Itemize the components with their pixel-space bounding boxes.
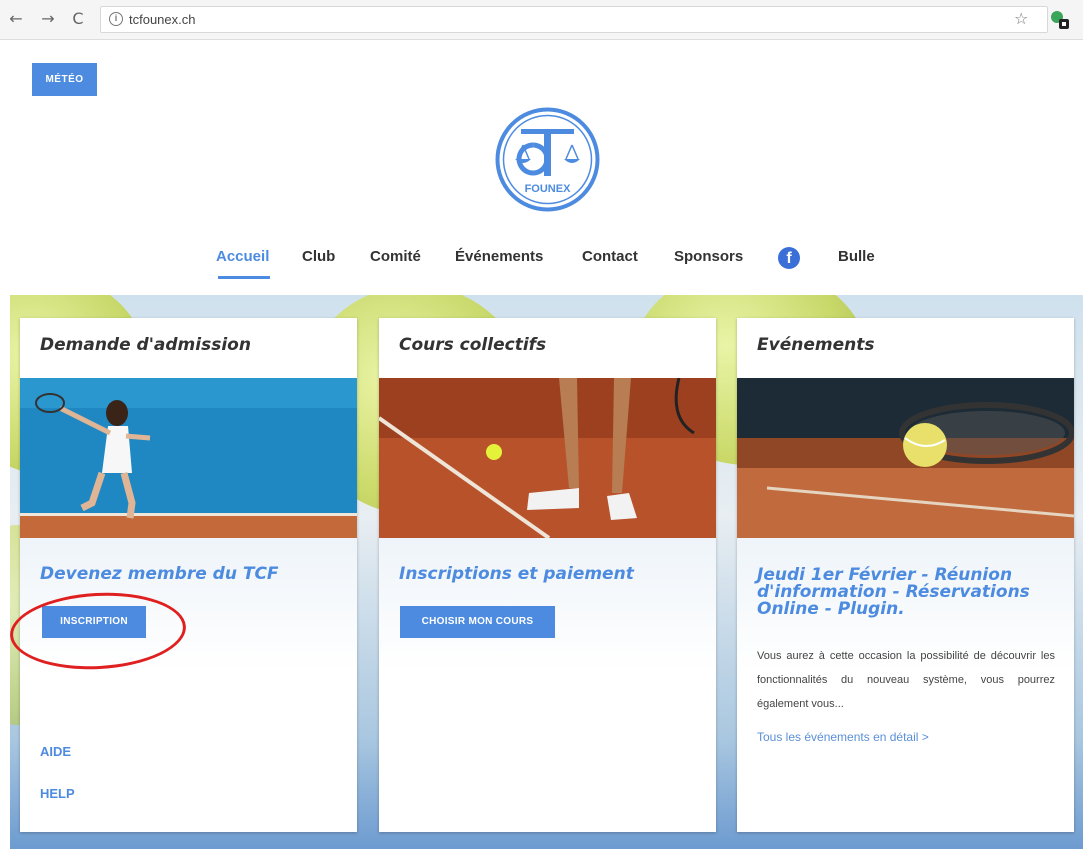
card-body: Inscriptions et paiement CHOISIR MON COU…	[379, 538, 716, 832]
choisir-cours-button[interactable]: CHOISIR MON COURS	[400, 606, 555, 638]
aide-link[interactable]: AIDE	[40, 744, 71, 759]
nav-item-sponsors[interactable]: Sponsors	[674, 248, 743, 265]
inscription-button[interactable]: INSCRIPTION	[42, 606, 146, 638]
extension-icon[interactable]	[1050, 10, 1070, 30]
meteo-button[interactable]: MÉTÉO	[32, 63, 97, 96]
card-title: Cours collectifs	[399, 335, 547, 355]
forward-arrow-icon[interactable]: →	[38, 9, 58, 29]
nav-item-comite[interactable]: Comité	[370, 248, 421, 265]
card-title: Demande d'admission	[40, 335, 251, 355]
info-icon[interactable]: i	[109, 12, 123, 26]
back-arrow-icon[interactable]: ←	[6, 9, 26, 29]
racket-ball-image	[737, 378, 1074, 538]
reload-icon[interactable]: C	[68, 9, 88, 29]
card-header: Evénements	[737, 318, 1074, 378]
card-header: Demande d'admission	[20, 318, 357, 378]
card-body: Jeudi 1er Février - Réunion d'informatio…	[737, 538, 1074, 832]
tennis-player-image	[20, 378, 357, 538]
card-cours: Cours collectifs Inscriptions et paiemen…	[379, 318, 716, 832]
card-header: Cours collectifs	[379, 318, 716, 378]
card-evenements: Evénements Jeudi 1er Février - Réunion d…	[737, 318, 1074, 832]
card-admission: Demande d'admission Devenez membre du TC…	[20, 318, 357, 832]
url-text[interactable]: tcfounex.ch	[129, 12, 196, 27]
nav-item-club[interactable]: Club	[302, 248, 335, 265]
all-events-link[interactable]: Tous les événements en détail >	[757, 730, 929, 744]
address-bar[interactable]: i tcfounex.ch	[100, 6, 1048, 33]
card-body: Devenez membre du TCF INSCRIPTION AIDE H…	[20, 538, 357, 832]
nav-item-evenements[interactable]: Événements	[455, 248, 543, 265]
logo-text: FOUNEX	[525, 183, 572, 195]
nav-item-accueil[interactable]: Accueil	[216, 248, 269, 265]
active-nav-indicator	[218, 276, 270, 279]
facebook-icon[interactable]: f	[778, 247, 800, 269]
card-subtitle: Inscriptions et paiement	[399, 564, 634, 584]
nav-item-bulle[interactable]: Bulle	[838, 248, 875, 265]
main-navigation: Accueil Club Comité Événements Contact S…	[0, 240, 1083, 280]
bookmark-star-icon[interactable]: ☆	[1014, 9, 1028, 28]
card-subtitle: Devenez membre du TCF	[40, 564, 279, 584]
help-link[interactable]: HELP	[40, 786, 75, 801]
event-description: Vous aurez à cette occasion la possibili…	[757, 650, 1055, 710]
card-title: Evénements	[757, 335, 875, 355]
browser-toolbar: ← → C i tcfounex.ch ☆	[0, 0, 1083, 40]
nav-item-contact[interactable]: Contact	[582, 248, 638, 265]
event-title-line: Online - Plugin.	[757, 599, 905, 619]
event-title: Jeudi 1er Février - Réunion d'informatio…	[757, 567, 1030, 618]
clay-court-image	[379, 378, 716, 538]
tcf-logo[interactable]: FOUNEX	[495, 107, 600, 212]
